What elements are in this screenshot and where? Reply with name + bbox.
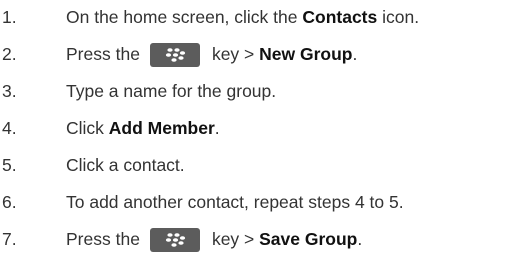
step-item: 3. Type a name for the group. — [0, 74, 276, 110]
step-text-part: . — [357, 229, 363, 250]
step-item: 1. On the home screen, click the Contact… — [0, 0, 419, 36]
step-text-part: . — [214, 118, 220, 139]
step-text-part: Type a name for the group. — [66, 81, 277, 102]
instruction-steps: 1. On the home screen, click the Contact… — [0, 0, 524, 267]
step-text: Type a name for the group. — [66, 83, 276, 101]
step-text-part: Press the — [66, 44, 140, 65]
step-text-part: key > — [211, 229, 260, 250]
step-item: 7. Press the key > Save Group . — [0, 222, 362, 258]
step-text: To add another contact, repeat steps 4 t… — [66, 194, 404, 212]
new-group-label: New Group — [259, 44, 353, 65]
blackberry-menu-key-icon — [149, 228, 200, 252]
step-text-part: On the home screen, click the — [66, 7, 303, 28]
step-number: 3. — [2, 81, 17, 102]
blackberry-menu-key-icon — [149, 43, 200, 67]
step-item: 6. To add another contact, repeat steps … — [0, 185, 404, 221]
contacts-label: Contacts — [302, 7, 378, 28]
add-member-label: Add Member — [108, 118, 215, 139]
step-text-part: Click a contact. — [66, 155, 185, 176]
step-text-part: icon. — [377, 7, 420, 28]
step-item: 4. Click Add Member . — [0, 111, 220, 147]
step-number: 4. — [2, 118, 17, 139]
step-text-part: Click — [66, 118, 109, 139]
step-number: 6. — [2, 192, 17, 213]
step-number: 2. — [2, 44, 17, 65]
step-text-part: key > — [211, 44, 260, 65]
step-text: Press the key > New Group . — [66, 43, 357, 67]
save-group-label: Save Group — [259, 229, 358, 250]
step-text-part: . — [352, 44, 358, 65]
step-item: 2. Press the key > New Group . — [0, 37, 357, 73]
step-text-part: Press the — [66, 229, 140, 250]
step-number: 5. — [2, 155, 17, 176]
step-number: 7. — [2, 229, 17, 250]
step-item: 5. Click a contact. — [0, 148, 185, 184]
step-text: Click a contact. — [66, 157, 185, 175]
step-text: On the home screen, click the Contacts i… — [66, 9, 419, 27]
step-text-part: To add another contact, repeat steps 4 t… — [66, 192, 404, 213]
step-number: 1. — [2, 7, 17, 28]
step-text: Press the key > Save Group . — [66, 228, 362, 252]
step-text: Click Add Member . — [66, 120, 220, 138]
